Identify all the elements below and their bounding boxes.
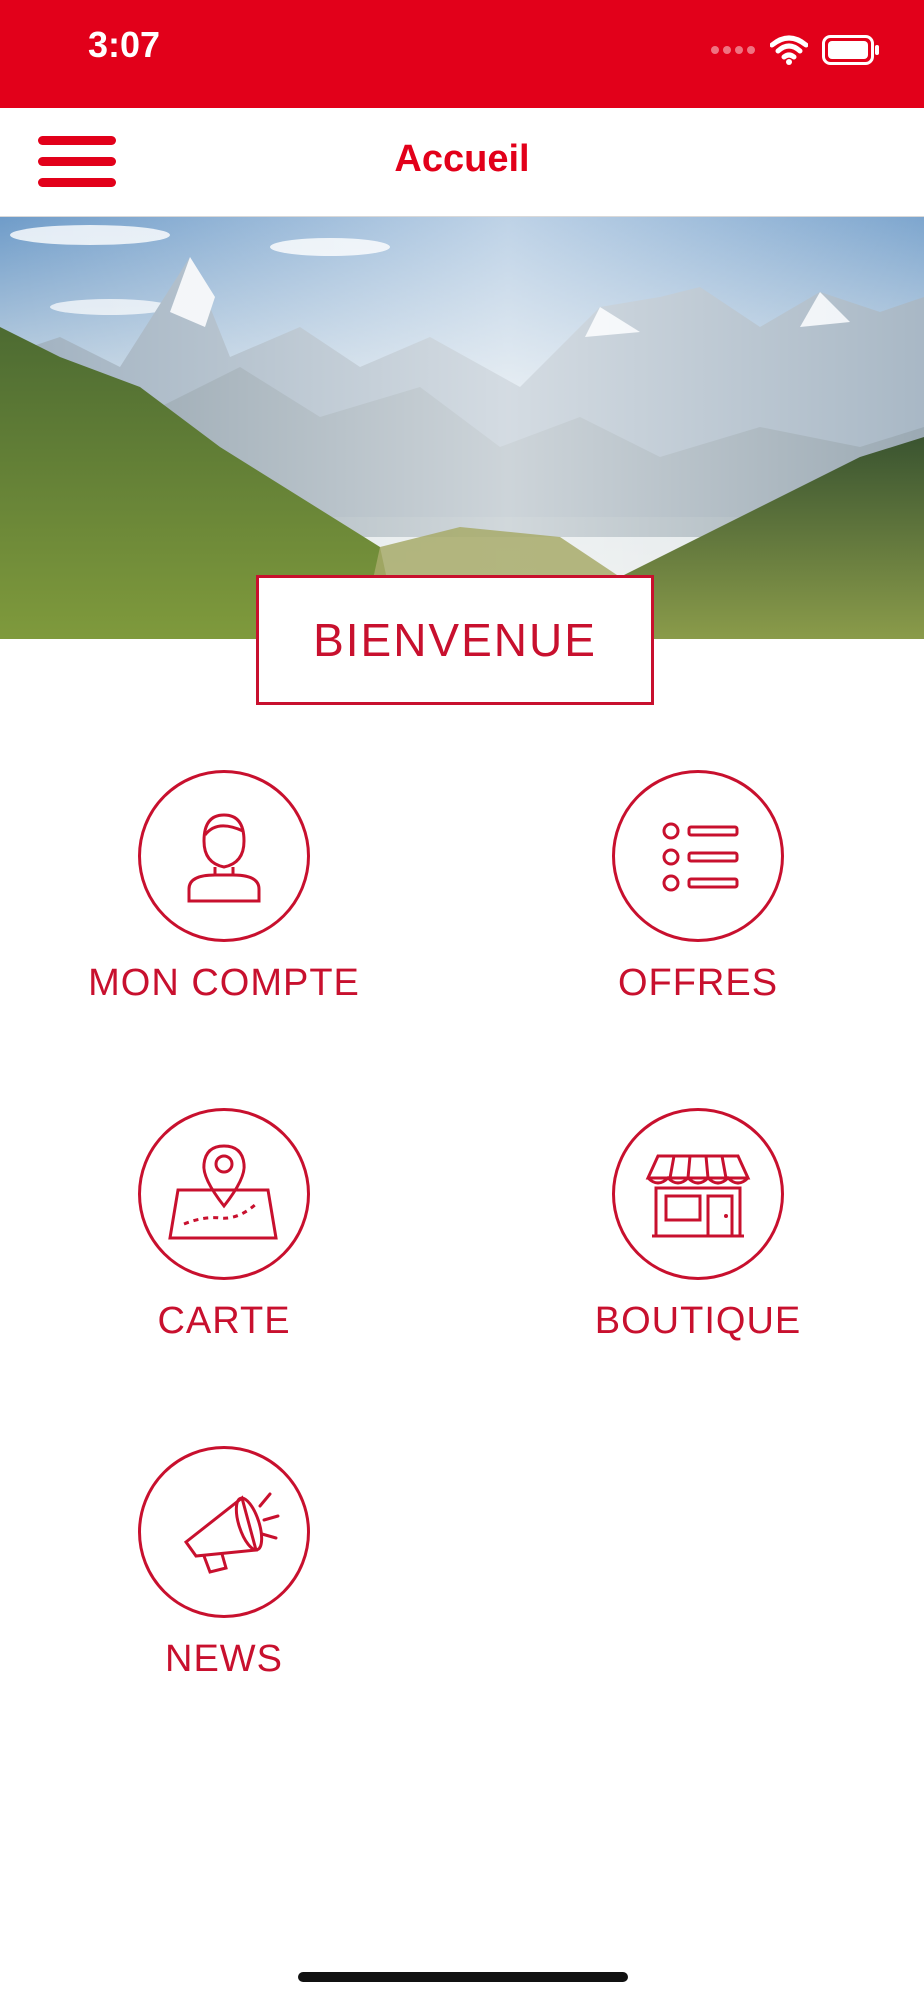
user-icon <box>138 770 310 942</box>
megaphone-icon <box>138 1446 310 1618</box>
tile-boutique[interactable]: BOUTIQUE <box>518 1108 878 1343</box>
tile-label: NEWS <box>165 1638 283 1680</box>
status-time: 3:07 <box>88 24 161 65</box>
tile-carte[interactable]: CARTE <box>44 1108 404 1343</box>
nav-bar: Accueil <box>0 108 924 217</box>
tile-label: CARTE <box>157 1300 291 1342</box>
tile-label: OFFRES <box>617 962 779 1004</box>
tile-offres[interactable]: OFFRES <box>518 770 878 1005</box>
page-title: Accueil <box>394 138 530 180</box>
tile-label: MON COMPTE <box>88 962 360 1004</box>
map-pin-icon <box>138 1108 310 1280</box>
status-bar: 3:07 <box>0 0 924 108</box>
wifi-icon <box>770 35 808 65</box>
list-icon <box>612 770 784 942</box>
status-icons <box>710 30 880 70</box>
signal-icon <box>711 46 755 54</box>
tile-news[interactable]: NEWS <box>44 1446 404 1681</box>
welcome-label: BIENVENUE <box>256 575 654 705</box>
tile-label: BOUTIQUE <box>594 1300 802 1342</box>
tile-mon-compte[interactable]: MON COMPTE <box>44 770 404 1005</box>
home-indicator[interactable] <box>298 1972 628 1982</box>
battery-icon <box>822 35 879 65</box>
store-icon <box>612 1108 784 1280</box>
